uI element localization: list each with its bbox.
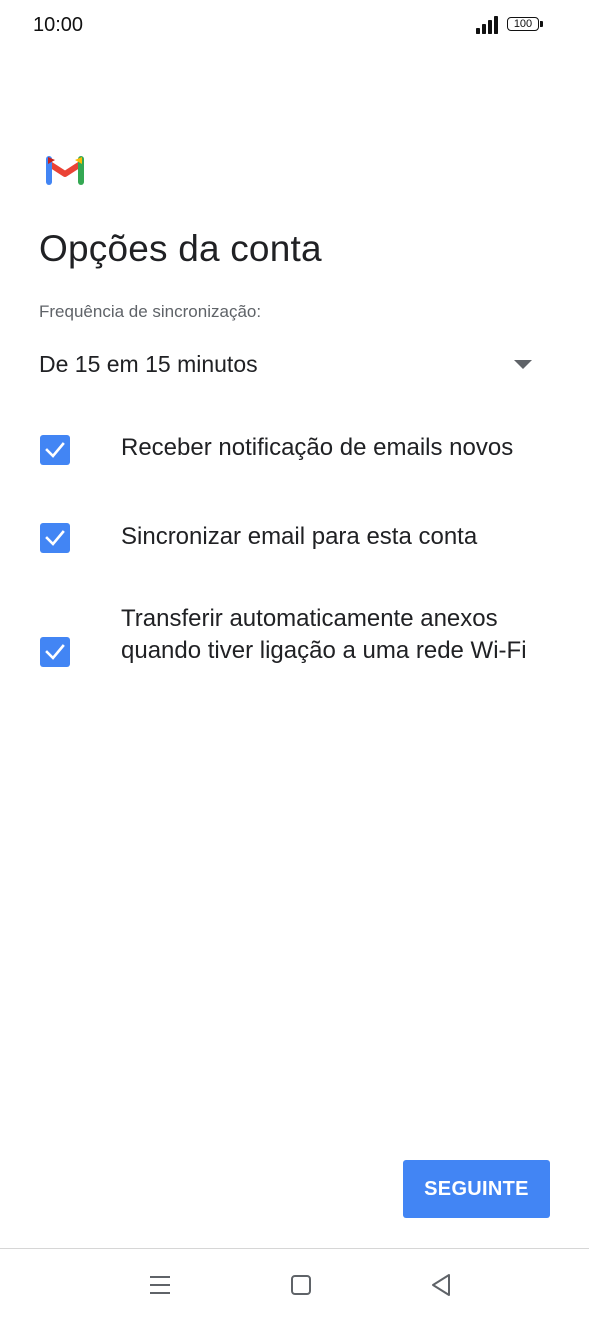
option-auto-download-attachments[interactable]: Transferir automaticamente anexos quando… xyxy=(39,602,559,702)
checkbox-checked-icon[interactable] xyxy=(40,435,70,465)
sync-frequency-label: Frequência de sincronização: xyxy=(39,302,262,321)
page-title: Opções da conta xyxy=(39,228,322,269)
battery-icon: 100 xyxy=(507,16,545,34)
navigation-bar xyxy=(0,1249,589,1320)
sync-frequency-value: De 15 em 15 minutos xyxy=(39,351,258,377)
sync-frequency-dropdown[interactable]: De 15 em 15 minutos xyxy=(39,340,539,390)
battery-level: 100 xyxy=(507,17,539,31)
home-button[interactable] xyxy=(281,1267,321,1303)
back-icon xyxy=(432,1274,450,1296)
option-label: Sincronizar email para esta conta xyxy=(121,523,478,550)
next-button[interactable]: SEGUINTE xyxy=(403,1160,550,1218)
status-time: 10:00 xyxy=(33,14,84,36)
battery-tip xyxy=(540,21,543,27)
menu-button[interactable] xyxy=(140,1267,180,1303)
menu-icon xyxy=(150,1276,170,1294)
option-new-mail-notification[interactable]: Receber notificação de emails novos xyxy=(39,432,559,468)
checkbox-checked-icon[interactable] xyxy=(40,523,70,553)
signal-icon xyxy=(476,16,498,34)
checkbox-checked-icon[interactable] xyxy=(40,637,70,667)
option-sync-email[interactable]: Sincronizar email para esta conta xyxy=(39,520,559,556)
home-icon xyxy=(291,1275,311,1295)
status-bar: 10:00 100 xyxy=(0,0,589,54)
back-button[interactable] xyxy=(421,1267,461,1303)
option-label: Receber notificação de emails novos xyxy=(121,434,514,461)
gmail-logo xyxy=(46,156,84,185)
dropdown-arrow-icon xyxy=(514,360,532,369)
option-label: Transferir automaticamente anexos quando… xyxy=(121,605,527,664)
